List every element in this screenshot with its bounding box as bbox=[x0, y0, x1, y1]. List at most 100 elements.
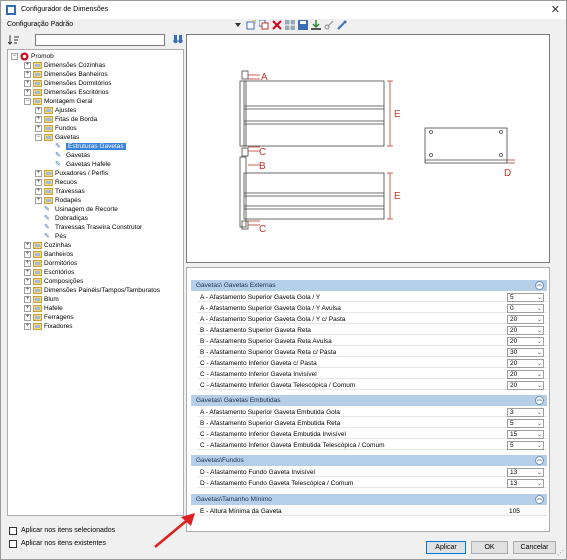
property-value-dropdown[interactable]: 5 ⌄ bbox=[507, 419, 544, 428]
tree-node-cozinhas[interactable]: + Cozinhas bbox=[24, 241, 71, 250]
tree-node-dimensoes-escritorios[interactable]: + Dimensões Escritórios bbox=[24, 88, 109, 97]
property-row[interactable]: D - Afastamento Fundo Gaveta Telescópica… bbox=[197, 479, 547, 488]
property-value-dropdown[interactable]: 13 ⌄ bbox=[507, 479, 544, 488]
configuration-label[interactable]: Configuração Padrão bbox=[7, 21, 73, 28]
property-value-dropdown[interactable]: 20 ⌄ bbox=[507, 315, 544, 324]
property-row[interactable]: A - Afastamento Superior Gaveta Embutida… bbox=[197, 408, 547, 417]
tree-node-dimensoes-dormitorios[interactable]: + Dimensões Dormitórios bbox=[24, 79, 112, 88]
property-value-dropdown[interactable]: 20 ⌄ bbox=[507, 337, 544, 346]
property-row[interactable]: E - Altura Mínima da Gaveta 105 bbox=[197, 507, 547, 516]
resize-grip-icon[interactable]: ⋰ bbox=[557, 549, 564, 557]
new-icon[interactable] bbox=[246, 20, 256, 30]
tree-node-puxadores-perfis[interactable]: + Puxadores / Perfis bbox=[35, 169, 108, 178]
apply-selected-checkbox[interactable] bbox=[9, 527, 17, 535]
expand-toggle[interactable]: + bbox=[35, 116, 42, 123]
cancel-button[interactable]: Cancelar bbox=[513, 541, 556, 554]
property-value-dropdown[interactable]: 20 ⌄ bbox=[507, 326, 544, 335]
tree-node-promob[interactable]: − Promob bbox=[11, 52, 54, 61]
tree-node-dimensoes-paineis[interactable]: + Dimensões Painéis/Tampos/Tamburatos bbox=[24, 286, 160, 295]
property-row[interactable]: A - Afastamento Superior Gaveta Gola / Y… bbox=[197, 315, 547, 324]
tree-node-fundos[interactable]: + Fundos bbox=[35, 124, 77, 133]
tree-node-pes[interactable]: ✎ Pés bbox=[44, 232, 66, 241]
apply-existing-checkbox[interactable] bbox=[9, 540, 17, 548]
close-icon[interactable]: ✕ bbox=[551, 3, 560, 16]
section-gavetas-externas[interactable]: Gavetas\ Gavetas Externas ︽ bbox=[191, 280, 547, 291]
sort-icon[interactable] bbox=[8, 35, 20, 45]
property-row[interactable]: C - Afastamento Inferior Gaveta c/ Pasta… bbox=[197, 359, 547, 368]
tree-node-recuos[interactable]: + Recuos bbox=[35, 178, 77, 187]
tree-node-composicoes[interactable]: + Composições bbox=[24, 277, 83, 286]
section-gavetas-embutidas[interactable]: Gavetas\ Gavetas Embutidas ︽ bbox=[191, 395, 547, 406]
property-value-dropdown[interactable]: 20 ⌄ bbox=[507, 359, 544, 368]
collapse-toggle[interactable]: − bbox=[24, 98, 31, 105]
collapse-icon[interactable]: ︽ bbox=[535, 495, 544, 504]
expand-toggle[interactable]: + bbox=[24, 278, 31, 285]
property-value-dropdown[interactable]: 5 ⌄ bbox=[507, 441, 544, 450]
tree-node-ferragens[interactable]: + Ferragens bbox=[24, 313, 74, 322]
grid-icon[interactable] bbox=[285, 20, 295, 30]
property-row[interactable]: C - Afastamento Inferior Gaveta Telescóp… bbox=[197, 381, 547, 390]
tree-node-travessas-traseira[interactable]: ✎ Travessas Traseira Construtor bbox=[44, 223, 142, 232]
tree-node-ajustes[interactable]: + Ajustes bbox=[35, 106, 76, 115]
tree-node-dobradicas[interactable]: ✎ Dobradiças bbox=[44, 214, 88, 223]
expand-toggle[interactable]: + bbox=[24, 62, 31, 69]
tree-view[interactable]: − Promob + Dimensões Cozinhas + Dimensões … bbox=[7, 49, 184, 516]
expand-toggle[interactable]: + bbox=[35, 125, 42, 132]
property-row[interactable]: B - Afastamento Superior Gaveta Reta c/ … bbox=[197, 348, 547, 357]
expand-toggle[interactable]: + bbox=[24, 260, 31, 267]
expand-toggle[interactable]: + bbox=[24, 305, 31, 312]
expand-toggle[interactable]: + bbox=[24, 242, 31, 249]
property-value-dropdown[interactable]: 20 ⌄ bbox=[507, 381, 544, 390]
property-row[interactable]: C - Afastamento Inferior Gaveta Embutida… bbox=[197, 430, 547, 439]
expand-toggle[interactable]: + bbox=[35, 170, 42, 177]
expand-toggle[interactable]: + bbox=[35, 197, 42, 204]
tree-node-dormitorios[interactable]: + Dormitórios bbox=[24, 259, 77, 268]
expand-toggle[interactable]: + bbox=[24, 287, 31, 294]
tree-node-estruturas-gavetas[interactable]: ✎ Estruturas Gavetas bbox=[55, 142, 126, 151]
tree-node-montagem-geral[interactable]: − Montagem Geral bbox=[24, 97, 92, 106]
property-row[interactable]: B - Afastamento Superior Gaveta Reta Avu… bbox=[197, 337, 547, 346]
key-icon[interactable] bbox=[324, 20, 334, 30]
tree-node-rodapes[interactable]: + Rodapés bbox=[35, 196, 81, 205]
tree-node-usinagem-de-recorte[interactable]: ✎ Usinagem de Recorte bbox=[44, 205, 118, 214]
expand-toggle[interactable]: + bbox=[24, 269, 31, 276]
property-value-dropdown[interactable]: 20 ⌄ bbox=[507, 370, 544, 379]
property-value-dropdown[interactable]: 5 ⌄ bbox=[507, 293, 544, 302]
property-grid[interactable]: Gavetas\ Gavetas Externas ︽ A - Afastame… bbox=[186, 267, 550, 532]
import-icon[interactable] bbox=[311, 20, 321, 30]
property-value-dropdown[interactable]: 13 ⌄ bbox=[507, 468, 544, 477]
tree-node-escritorios[interactable]: + Escritórios bbox=[24, 268, 74, 277]
tree-node-travessas[interactable]: + Travessas bbox=[35, 187, 85, 196]
collapse-icon[interactable]: ︽ bbox=[535, 281, 544, 290]
tree-node-dimensoes-cozinhas[interactable]: + Dimensões Cozinhas bbox=[24, 61, 105, 70]
dropdown-arrow-icon[interactable] bbox=[233, 20, 243, 30]
property-value-dropdown[interactable]: 15 ⌄ bbox=[507, 430, 544, 439]
delete-icon[interactable] bbox=[272, 20, 282, 30]
tree-node-blum[interactable]: + Blum bbox=[24, 295, 59, 304]
tools-icon[interactable] bbox=[337, 20, 347, 30]
expand-toggle[interactable]: + bbox=[24, 89, 31, 96]
property-value-dropdown[interactable]: 30 ⌄ bbox=[507, 348, 544, 357]
tree-node-fitas-de-borda[interactable]: + Fitas de Borda bbox=[35, 115, 97, 124]
expand-toggle[interactable]: + bbox=[35, 188, 42, 195]
save-icon[interactable] bbox=[298, 20, 308, 30]
property-row[interactable]: D - Afastamento Fundo Gaveta Invisível 13… bbox=[197, 468, 547, 477]
collapse-icon[interactable]: ︽ bbox=[535, 396, 544, 405]
property-row[interactable]: C - Afastamento Inferior Gaveta Invisíve… bbox=[197, 370, 547, 379]
property-value[interactable]: 105 bbox=[509, 508, 520, 515]
expand-toggle[interactable]: + bbox=[35, 107, 42, 114]
tree-node-banheiros[interactable]: + Banheiros bbox=[24, 250, 73, 259]
expand-toggle[interactable]: + bbox=[24, 80, 31, 87]
apply-button[interactable]: Aplicar bbox=[426, 541, 466, 554]
collapse-toggle[interactable]: − bbox=[11, 53, 18, 60]
tree-node-gavetas-child[interactable]: ✎ Gavetas bbox=[55, 151, 90, 160]
expand-toggle[interactable]: + bbox=[24, 251, 31, 258]
expand-toggle[interactable]: + bbox=[24, 314, 31, 321]
expand-toggle[interactable]: + bbox=[24, 296, 31, 303]
section-tamanho-minimo[interactable]: Gavetas\Tamanho Mínimo ︽ bbox=[191, 494, 547, 505]
copy-icon[interactable] bbox=[259, 20, 269, 30]
property-row[interactable]: A - Afastamento Superior Gaveta Gola / Y… bbox=[197, 304, 547, 313]
property-row[interactable]: A - Afastamento Superior Gaveta Gola / Y… bbox=[197, 293, 547, 302]
property-value-dropdown[interactable]: 0 ⌄ bbox=[507, 304, 544, 313]
tree-node-fixadores[interactable]: + Fixadores bbox=[24, 322, 73, 331]
